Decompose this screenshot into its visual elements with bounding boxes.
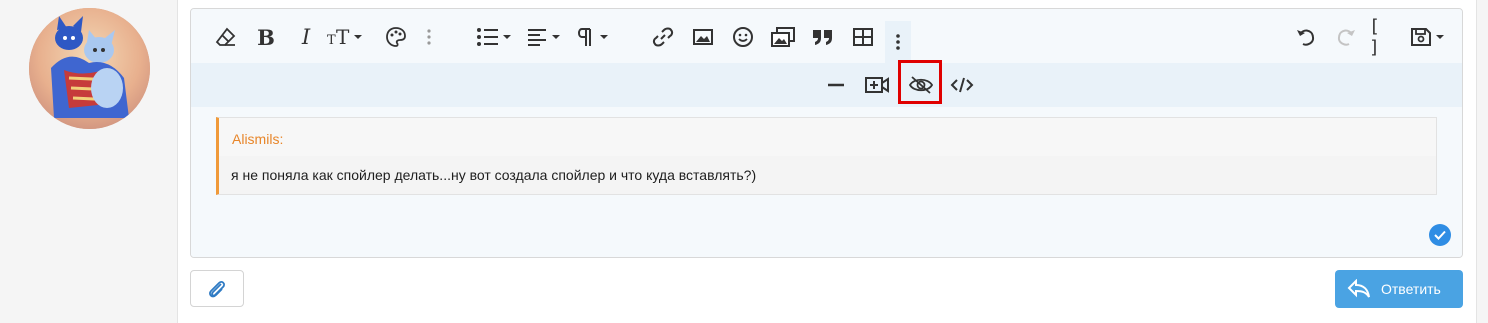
post-user-column bbox=[0, 0, 178, 323]
drafts-icon[interactable] bbox=[1407, 23, 1451, 51]
text-color-icon[interactable] bbox=[381, 23, 411, 51]
list-icon[interactable] bbox=[475, 23, 515, 51]
insert-image-icon[interactable] bbox=[688, 23, 718, 51]
paperclip-icon bbox=[209, 280, 225, 297]
toggle-bbcode-icon[interactable]: [ ] bbox=[1369, 16, 1401, 58]
editor-toolbar-more bbox=[191, 60, 1462, 107]
avatar[interactable] bbox=[29, 8, 150, 129]
draft-saved-check-icon bbox=[1429, 224, 1451, 246]
page-right-edge bbox=[1476, 0, 1488, 323]
attach-files-button[interactable] bbox=[190, 270, 244, 307]
italic-icon[interactable]: I bbox=[291, 23, 321, 51]
media-gallery-icon[interactable] bbox=[768, 23, 798, 51]
svg-text:T: T bbox=[336, 26, 350, 48]
bold-icon[interactable]: B bbox=[251, 23, 281, 51]
undo-icon[interactable] bbox=[1291, 23, 1321, 51]
smilie-icon[interactable] bbox=[728, 23, 758, 51]
rich-text-editor[interactable]: B I TT [] Alismils: я не поняла как спо… bbox=[190, 8, 1463, 258]
code-icon[interactable] bbox=[947, 71, 977, 99]
svg-text:T: T bbox=[327, 33, 336, 48]
editor-toolbar: B I TT [] bbox=[191, 9, 1462, 63]
font-size-icon[interactable]: TT bbox=[325, 23, 367, 51]
reply-button-label: Ответить bbox=[1381, 281, 1441, 297]
redo-icon[interactable] bbox=[1331, 23, 1361, 51]
quote-icon[interactable] bbox=[808, 23, 838, 51]
quote-block: Alismils: я не поняла как спойлер делать… bbox=[216, 117, 1437, 195]
quote-author[interactable]: Alismils: bbox=[219, 118, 1436, 156]
insert-link-icon[interactable] bbox=[648, 23, 678, 51]
more-rich-icon[interactable] bbox=[885, 21, 911, 63]
editor-content[interactable]: Alismils: я не поняла как спойлер делать… bbox=[191, 107, 1462, 257]
reply-icon bbox=[1347, 279, 1370, 298]
remove-format-icon[interactable] bbox=[211, 23, 241, 51]
spoiler-highlight-box bbox=[898, 60, 942, 104]
page: B I TT [] Alismils: я не поняла как спо… bbox=[0, 0, 1488, 323]
table-icon[interactable] bbox=[848, 23, 878, 51]
paragraph-format-icon[interactable] bbox=[575, 23, 615, 51]
more-text-icon[interactable] bbox=[419, 23, 439, 51]
insert-video-icon[interactable] bbox=[861, 71, 893, 99]
quote-text: я не поняла как спойлер делать...ну вот … bbox=[231, 167, 757, 183]
reply-button[interactable]: Ответить bbox=[1335, 270, 1463, 308]
align-icon[interactable] bbox=[525, 23, 565, 51]
avatar-image bbox=[29, 8, 150, 129]
horizontal-line-icon[interactable] bbox=[821, 71, 851, 99]
